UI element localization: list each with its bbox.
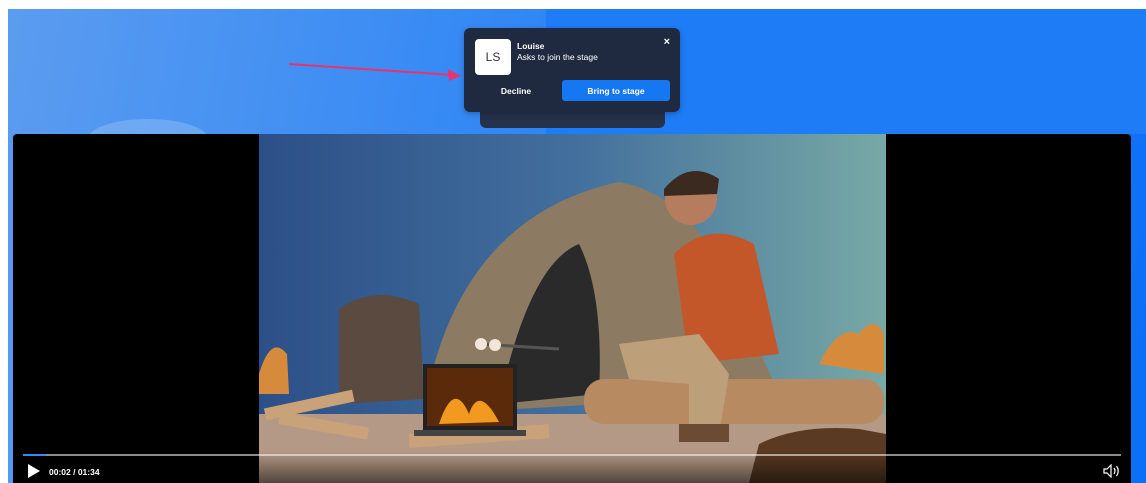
play-icon[interactable]: [27, 464, 41, 478]
bring-to-stage-button[interactable]: Bring to stage: [562, 80, 670, 101]
stage-request-notification: LS Louise Asks to join the stage × Decli…: [464, 28, 680, 112]
avatar: LS: [475, 39, 511, 75]
video-player[interactable]: 00:02 / 01:34: [13, 134, 1131, 483]
notification-stack-shadow: [480, 110, 665, 128]
request-message: Asks to join the stage: [517, 52, 598, 62]
decline-button[interactable]: Decline: [474, 81, 558, 101]
progress-fill: [23, 454, 47, 456]
volume-icon[interactable]: [1103, 464, 1121, 478]
annotation-arrow: [288, 63, 461, 81]
close-icon[interactable]: ×: [664, 36, 670, 48]
video-frame: [259, 134, 886, 483]
requester-name: Louise: [517, 41, 545, 51]
time-display: 00:02 / 01:34: [49, 467, 100, 477]
progress-bar[interactable]: [23, 454, 1121, 456]
